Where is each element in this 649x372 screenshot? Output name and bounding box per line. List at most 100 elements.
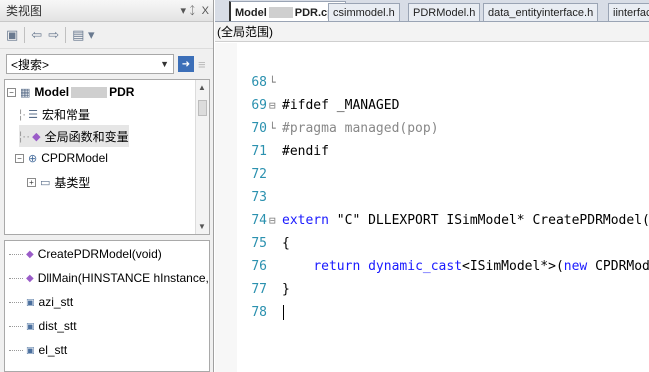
function-icon: ◆ xyxy=(26,272,34,284)
code-line: 75 { xyxy=(215,232,649,254)
code-line: 71 #endif xyxy=(215,140,649,162)
project-icon: ▦ xyxy=(20,86,31,99)
tree-item-label: Model xyxy=(34,85,70,99)
tab-iinterface[interactable]: iinterfac xyxy=(608,3,649,21)
scroll-thumb[interactable] xyxy=(198,100,207,116)
member-item[interactable]: ▣ el_stt xyxy=(5,338,67,362)
class-view-panel: 类视图 ▾ ᛨ X ▣ ⇦ ⇨ ▤ ▾ <搜索> ▼ ➜ ≡ − ▦ Model… xyxy=(0,0,214,372)
tab-data-entityinterface[interactable]: data_entityinterface.h xyxy=(483,3,599,21)
code-text: { xyxy=(282,235,290,251)
tree-line xyxy=(9,325,23,327)
window-position-button[interactable]: ▾ ᛨ xyxy=(180,4,195,17)
code-line: 78 xyxy=(215,301,649,323)
settings-dropdown-icon[interactable]: ▤ ▾ xyxy=(72,27,94,43)
collapse-icon[interactable]: − xyxy=(15,153,24,163)
scroll-up-icon[interactable]: ▲ xyxy=(198,83,206,92)
toolbar-divider xyxy=(24,27,26,43)
line-number: 70 xyxy=(251,120,267,136)
tree-line xyxy=(9,253,23,255)
line-number: 78 xyxy=(251,304,267,320)
fold-line: └ xyxy=(269,75,276,89)
tab-csimmodel[interactable]: csimmodel.h xyxy=(328,3,400,21)
scroll-down-icon[interactable]: ▼ xyxy=(198,222,206,231)
line-number: 75 xyxy=(251,235,267,251)
member-item[interactable]: ▣ dist_stt xyxy=(5,314,77,338)
tab-label: PDRModel.h xyxy=(413,7,476,19)
tree-item-label: 宏和常量 xyxy=(42,107,91,122)
code-line: 73 xyxy=(215,186,649,208)
tree-item-macros[interactable]: ¦· ☰ 宏和常量 xyxy=(19,103,90,125)
chevron-down-icon[interactable]: ▼ xyxy=(160,59,169,69)
expand-icon[interactable]: + xyxy=(27,177,36,187)
text-cursor xyxy=(283,305,284,320)
fold-toggle-icon[interactable]: ⊟ xyxy=(269,214,276,227)
variable-icon: ▣ xyxy=(26,320,35,331)
member-item[interactable]: ◆ DllMain(HINSTANCE hInstance, D\ xyxy=(5,266,209,290)
forward-arrow-icon[interactable]: ⇨ xyxy=(48,27,59,43)
member-label: azi_stt xyxy=(38,295,74,309)
line-number: 73 xyxy=(251,189,267,205)
search-input[interactable]: <搜索> xyxy=(11,56,160,73)
tree-item-base-types[interactable]: + ▭ 基类型 xyxy=(27,171,90,193)
folder-icon: ▭ xyxy=(40,176,51,189)
line-number: 77 xyxy=(251,281,267,297)
class-view-toolbar: ▣ ⇦ ⇨ ▤ ▾ xyxy=(0,22,213,49)
line-number: 72 xyxy=(251,166,267,182)
tree-item-project[interactable]: − ▦ Model PDR xyxy=(7,81,134,103)
variable-icon: ▣ xyxy=(26,344,35,355)
class-tree: − ▦ Model PDR ¦· ☰ 宏和常量 ¦·· ◆ 全局函数和变量 − ⊕… xyxy=(4,79,210,235)
tree-item-class[interactable]: − ⊕ CPDRModel xyxy=(15,147,108,169)
tree-item-label-suffix: PDR xyxy=(109,85,135,99)
code-line: 70 └ #pragma managed(pop) xyxy=(215,117,649,139)
tab-label: data_entityinterface.h xyxy=(488,7,594,19)
close-icon[interactable]: X xyxy=(202,5,209,17)
tree-line: ¦·· xyxy=(19,129,31,143)
code-text: extern "C" DLLEXPORT ISimModel* CreatePD… xyxy=(282,212,649,228)
code-text: #pragma managed(pop) xyxy=(282,120,439,136)
tree-item-globals[interactable]: ¦·· ◆ 全局函数和变量 xyxy=(19,125,129,147)
line-number: 74 xyxy=(251,212,267,228)
line-number: 69 xyxy=(251,97,267,113)
new-folder-icon[interactable]: ▣ xyxy=(6,27,18,43)
tree-line: ¦· xyxy=(19,107,27,121)
code-line: 69 ⊟ #ifdef _MANAGED xyxy=(215,94,649,116)
code-text: #endif xyxy=(282,143,329,159)
line-number: 76 xyxy=(251,258,267,274)
code-line: 72 xyxy=(215,163,649,185)
code-line: 77 } xyxy=(215,278,649,300)
variable-icon: ▣ xyxy=(26,296,35,307)
code-line: 68 └ xyxy=(215,71,649,93)
tree-item-label: CPDRModel xyxy=(41,151,108,165)
code-line: 76 return dynamic_cast<ISimModel*>(new C… xyxy=(215,255,649,277)
scope-dropdown[interactable]: (全局范围) xyxy=(215,22,649,42)
tree-line xyxy=(9,277,23,279)
clear-search-icon[interactable]: ≡ xyxy=(198,57,206,72)
fold-line: └ xyxy=(269,121,276,135)
redacted-text xyxy=(268,7,293,18)
search-go-icon[interactable]: ➜ xyxy=(178,56,194,72)
member-item[interactable]: ▣ azi_stt xyxy=(5,290,73,314)
code-text: return dynamic_cast<ISimModel*>(new CPDR… xyxy=(313,258,649,274)
function-icon: ◆ xyxy=(26,248,34,260)
member-item[interactable]: ◆ CreatePDRModel(void) xyxy=(5,242,162,266)
code-line: 74 ⊟ extern "C" DLLEXPORT ISimModel* Cre… xyxy=(215,209,649,231)
tab-label: iinterfac xyxy=(613,7,649,19)
collapse-icon[interactable]: − xyxy=(7,87,16,97)
tab-pdrmodel[interactable]: PDRModel.h xyxy=(408,3,481,21)
redacted-text xyxy=(71,86,108,98)
back-arrow-icon[interactable]: ⇦ xyxy=(31,27,42,43)
class-view-titlebar: 类视图 ▾ ᛨ X xyxy=(0,0,213,22)
tree-line xyxy=(9,301,23,303)
code-text: #ifdef _MANAGED xyxy=(282,97,400,113)
code-area[interactable]: 68 └ 69 ⊟ #ifdef _MANAGED 70 └ #pragma m… xyxy=(215,43,649,372)
tree-item-label: 全局函数和变量 xyxy=(44,129,129,144)
members-list: ◆ CreatePDRModel(void) ◆ DllMain(HINSTAN… xyxy=(4,240,210,372)
tree-line xyxy=(9,349,23,351)
class-icon: ⊕ xyxy=(28,152,38,165)
toolbar-divider xyxy=(65,27,67,43)
member-label: el_stt xyxy=(38,343,68,357)
editor-tab-bar: Model PDR.cpp csimmodel.h PDRModel.h data… xyxy=(215,0,649,22)
search-combo[interactable]: <搜索> ▼ xyxy=(6,54,174,74)
fold-toggle-icon[interactable]: ⊟ xyxy=(269,99,276,112)
tree-scrollbar[interactable]: ▲ ▼ xyxy=(195,80,209,234)
